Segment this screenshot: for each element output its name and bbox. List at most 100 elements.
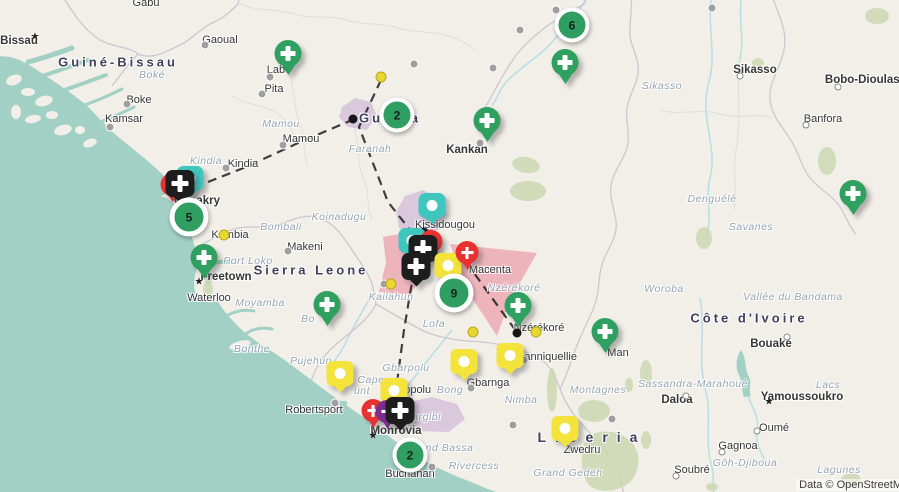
cluster-marker[interactable]: 6 xyxy=(555,8,590,43)
star-dot: ★ xyxy=(765,398,774,408)
star-dot: ★ xyxy=(31,33,40,43)
region-label: Sikasso xyxy=(642,80,682,92)
ring-dot xyxy=(737,73,744,80)
region-label: Rivercess xyxy=(449,460,500,472)
region-label: Lofa xyxy=(423,318,445,330)
region-label: Port Loko xyxy=(223,255,272,267)
city-label: Banfora xyxy=(804,113,843,125)
country-label: Côte d'Ivoire xyxy=(690,311,807,326)
city-label: Makeni xyxy=(287,241,322,253)
ring-dot xyxy=(835,84,842,91)
red-pin-marker[interactable] xyxy=(456,241,479,273)
ring-dot xyxy=(673,473,680,480)
gray-dot xyxy=(410,60,419,69)
black-square-marker[interactable] xyxy=(386,397,415,434)
cluster-count: 9 xyxy=(451,286,458,300)
gray-dot xyxy=(258,90,267,99)
city-label: Oumé xyxy=(759,422,789,434)
green-pin-marker[interactable] xyxy=(191,244,218,282)
region-label: Kailahun xyxy=(369,291,414,303)
yellow-square-marker[interactable] xyxy=(552,416,579,450)
ring-dot xyxy=(784,334,791,341)
gray-dot xyxy=(708,4,717,13)
region-label: Bong xyxy=(437,384,464,396)
region-label: Koinadugu xyxy=(312,211,367,223)
region-label: Woroba xyxy=(644,283,684,295)
yellow-square-marker[interactable] xyxy=(327,361,354,395)
map-canvas[interactable]: Data © OpenStreetM Guiné-BissauGuineaSie… xyxy=(0,0,899,492)
green-pin-marker[interactable] xyxy=(592,318,619,356)
city-label: Pita xyxy=(265,83,284,95)
gray-dot xyxy=(516,26,525,35)
gray-dot xyxy=(467,384,476,393)
region-label: Lagunes xyxy=(817,464,861,476)
ring-dot xyxy=(719,449,726,456)
city-label: Mamou xyxy=(283,133,320,145)
gray-dot xyxy=(331,399,340,408)
country-label: Guiné-Bissau xyxy=(58,55,178,70)
gray-dot xyxy=(284,247,293,256)
yellow-dot[interactable] xyxy=(386,279,397,290)
yellow-dot[interactable] xyxy=(531,327,542,338)
region-label: Grand Gedeh xyxy=(533,467,602,479)
green-pin-marker[interactable] xyxy=(275,40,302,78)
region-label: Faranah xyxy=(349,143,392,155)
gray-dot xyxy=(279,141,288,150)
gray-dot xyxy=(266,73,275,82)
region-label: Bonthe xyxy=(234,343,270,355)
black-square-marker[interactable] xyxy=(402,253,431,290)
region-label: Sassandra-Marahoué xyxy=(638,378,748,390)
region-borders xyxy=(232,4,772,220)
region-label: Vallée du Bandama xyxy=(743,291,843,303)
cluster-marker[interactable]: 2 xyxy=(393,438,428,473)
city-label: Kindia xyxy=(228,158,259,170)
yellow-dot[interactable] xyxy=(219,230,230,241)
yellow-square-marker[interactable] xyxy=(497,343,524,377)
city-label: Kambia xyxy=(211,229,248,241)
gray-dot xyxy=(201,41,210,50)
yellow-dot[interactable] xyxy=(376,72,387,83)
region-label: Nimba xyxy=(505,394,538,406)
region-label: Mamou xyxy=(262,118,300,130)
region-label: Lacs xyxy=(816,379,840,391)
region-label: Montagnes xyxy=(570,384,626,396)
yellow-dot[interactable] xyxy=(468,327,479,338)
region-label: Denguélé xyxy=(688,193,737,205)
cluster-marker[interactable]: 9 xyxy=(435,274,474,313)
map-attribution: Data © OpenStreetM xyxy=(796,479,899,491)
gray-dot xyxy=(428,463,437,472)
green-pin-marker[interactable] xyxy=(314,291,341,329)
gray-dot xyxy=(489,64,498,73)
ring-dot xyxy=(683,393,690,400)
black-dot[interactable] xyxy=(349,115,358,124)
teal-square-marker[interactable] xyxy=(419,193,446,227)
region-label: Boké xyxy=(139,69,165,81)
cluster-count: 5 xyxy=(186,210,193,224)
gray-dot xyxy=(123,100,132,109)
green-pin-marker[interactable] xyxy=(474,107,501,145)
green-pin-marker[interactable] xyxy=(552,49,579,87)
gray-dot xyxy=(222,164,231,173)
cluster-count: 2 xyxy=(394,108,401,122)
region-label: Gbarpolu xyxy=(382,362,429,374)
city-label: Waterloo xyxy=(187,292,231,304)
yellow-square-marker[interactable] xyxy=(451,349,478,383)
cluster-marker[interactable]: 5 xyxy=(170,198,209,237)
city-label: Soubré xyxy=(674,464,709,476)
ring-dot xyxy=(803,122,810,129)
region-label: Bombali xyxy=(260,221,301,233)
cluster-count: 2 xyxy=(407,448,414,462)
region-label: unt xyxy=(354,385,370,397)
cluster-count: 6 xyxy=(569,18,576,32)
region-label: Gôh-Djiboua xyxy=(713,457,777,469)
region-label: Moyamba xyxy=(235,297,285,309)
gray-dot xyxy=(509,421,518,430)
green-pin-marker[interactable] xyxy=(840,180,867,218)
gray-dot xyxy=(106,123,115,132)
region-label: Savanes xyxy=(729,221,773,233)
ring-dot xyxy=(754,428,761,435)
gray-dot xyxy=(608,415,617,424)
green-pin-marker[interactable] xyxy=(505,292,532,330)
city-label: Gabú xyxy=(133,0,160,9)
cluster-marker[interactable]: 2 xyxy=(380,98,415,133)
